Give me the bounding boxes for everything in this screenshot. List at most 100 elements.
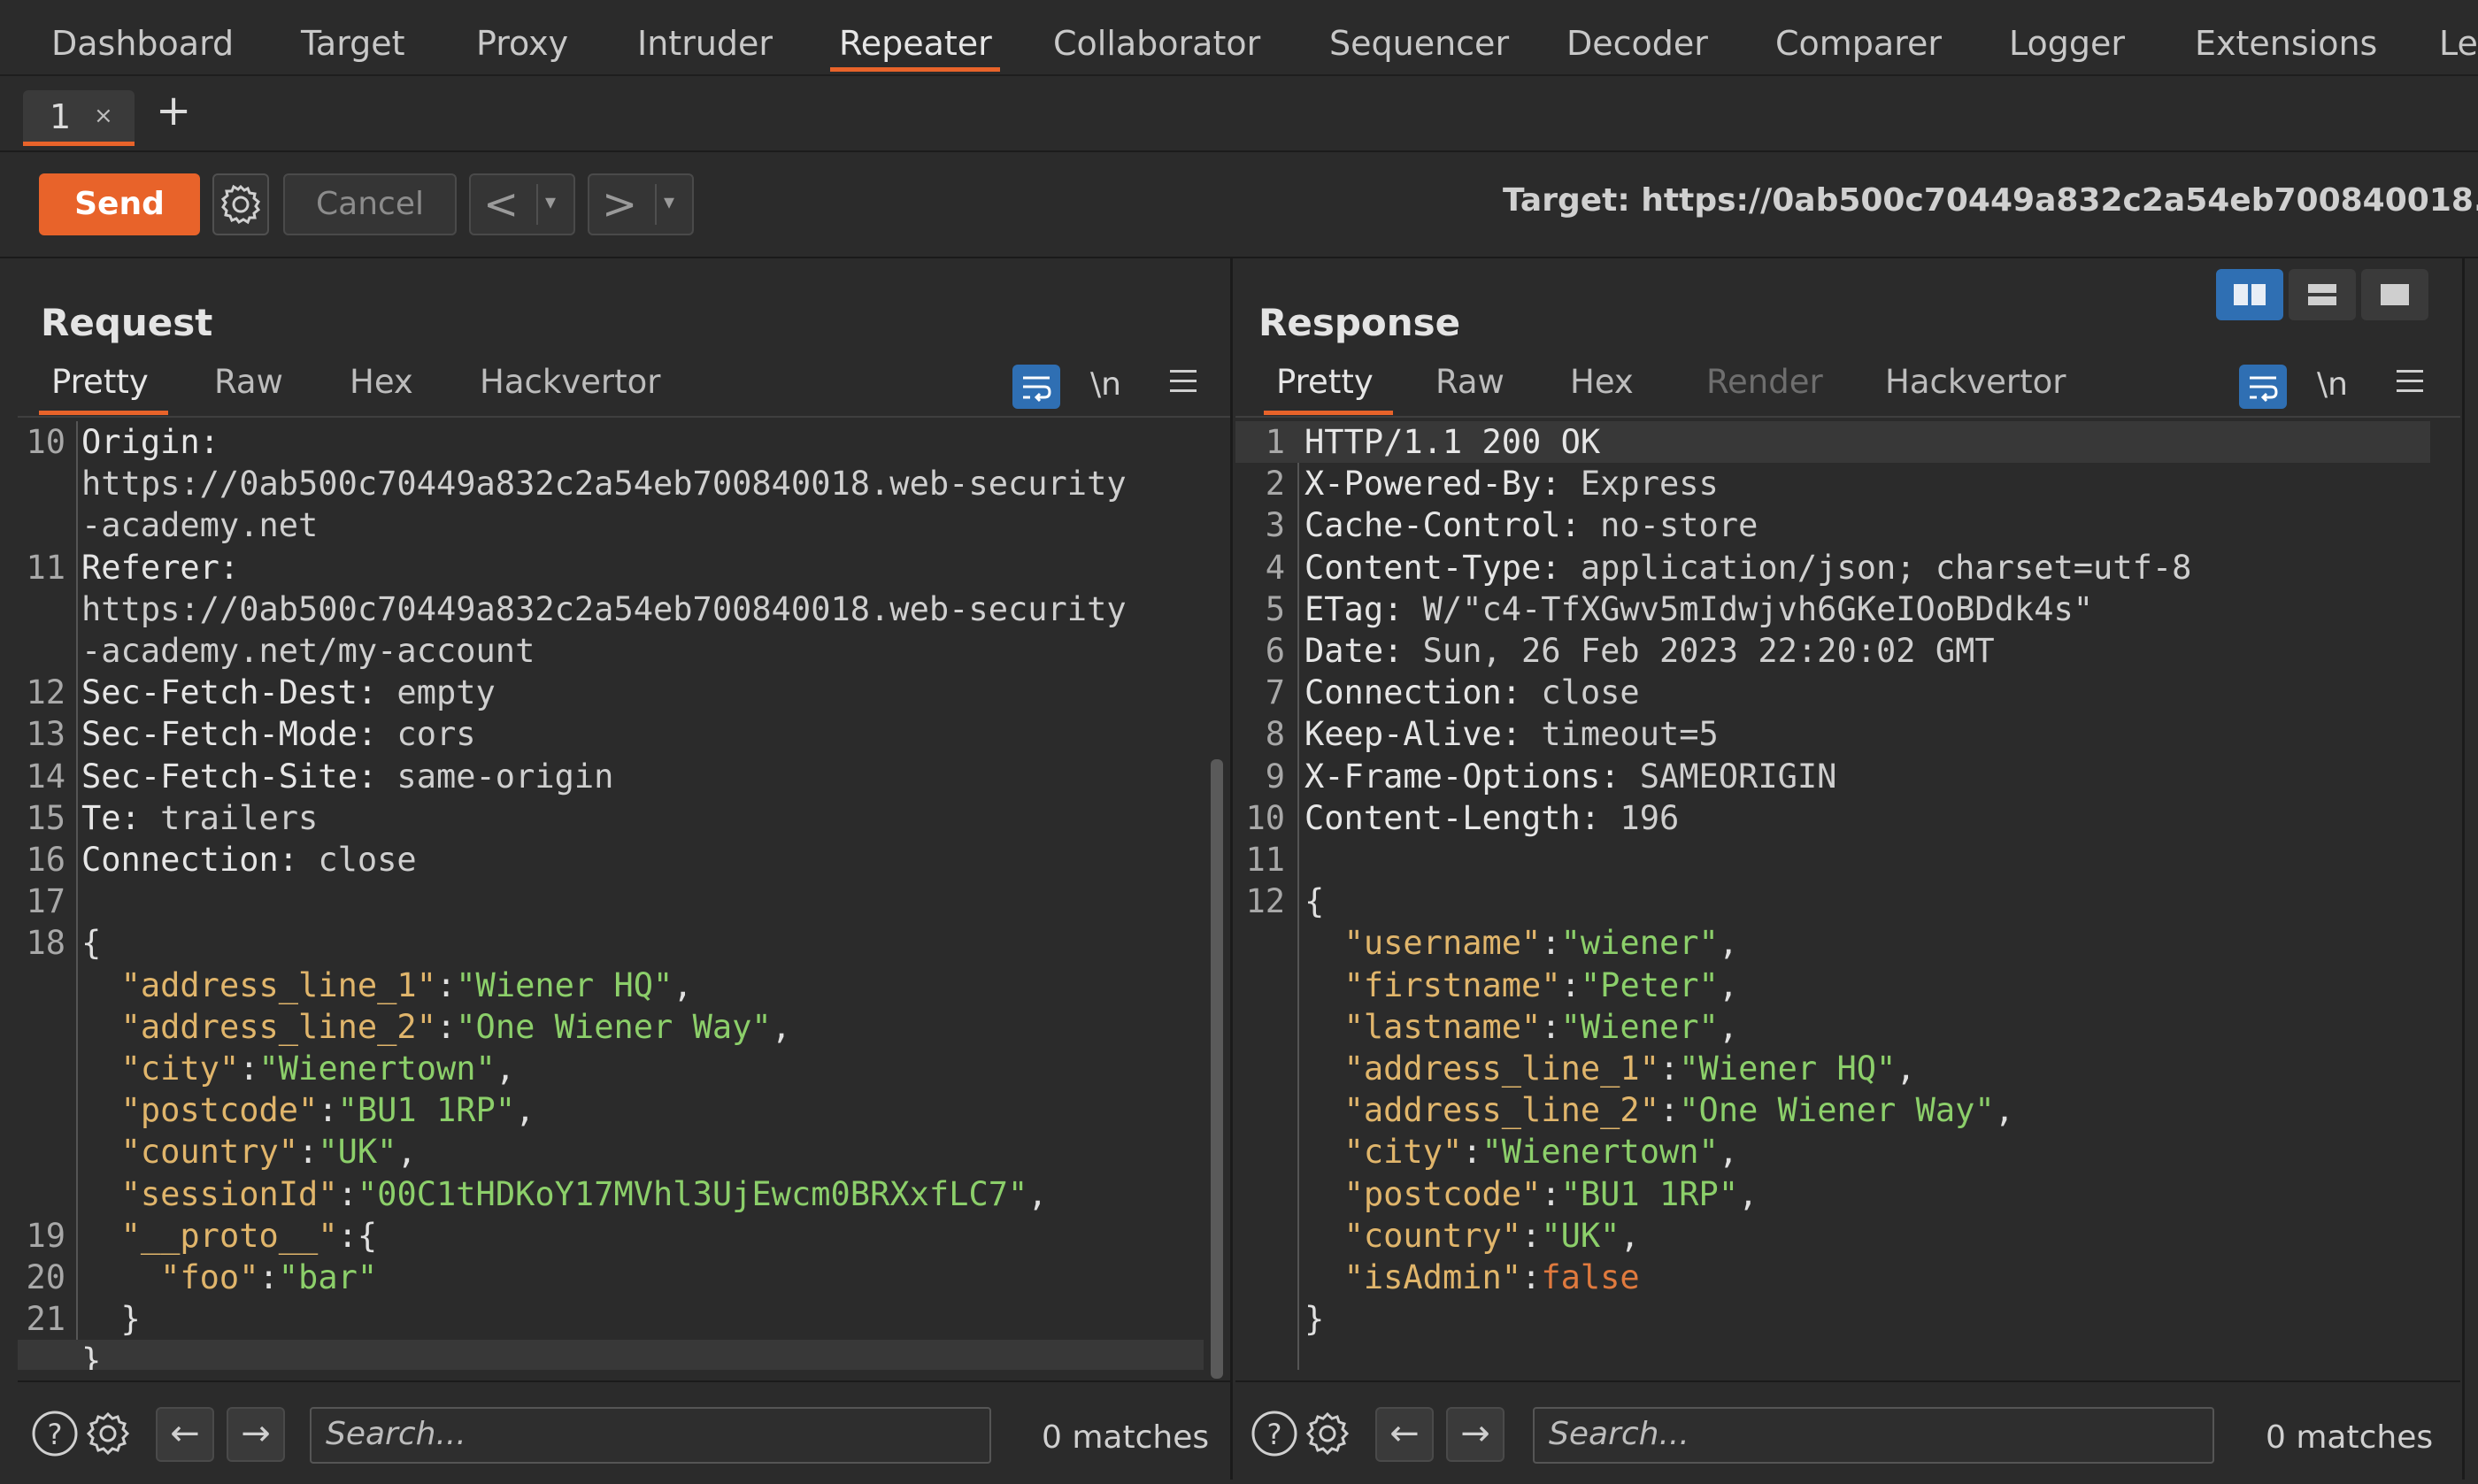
settings-gear-icon[interactable] — [83, 1409, 131, 1457]
newline-icon[interactable]: \n — [2317, 366, 2348, 403]
top-tab-collaborator[interactable]: Collaborator — [1053, 9, 1260, 63]
top-tab-extensions[interactable]: Extensions — [2195, 9, 2377, 63]
code-token: same-origin — [396, 757, 614, 796]
code-text: "firstname":"Peter", — [1304, 965, 1739, 1006]
top-tab-proxy[interactable]: Proxy — [476, 9, 568, 63]
code-token: Content-Type: — [1304, 548, 1581, 587]
line-number: 5 — [1265, 589, 1285, 628]
code-token: Origin: — [81, 423, 219, 461]
top-tab-logger[interactable]: Logger — [2009, 9, 2125, 63]
code-text: "address_line_2":"One Wiener Way", — [1304, 1089, 2014, 1131]
active-view-underline — [39, 411, 168, 415]
newline-icon[interactable]: \n — [1090, 366, 1121, 403]
code-token: 196 — [1620, 798, 1680, 837]
response-view-tabs: \n Pretty Raw Hex Render Hackvertor — [1235, 354, 2460, 418]
menu-icon[interactable] — [2397, 370, 2423, 399]
top-tab-le[interactable]: Le — [2439, 9, 2478, 63]
code-token: false — [1541, 1258, 1640, 1296]
code-text: "isAdmin":false — [1304, 1257, 1640, 1298]
line-number: 15 — [26, 798, 65, 837]
request-tab-hackvertor[interactable]: Hackvertor — [480, 363, 661, 401]
top-tab-target[interactable]: Target — [301, 9, 405, 63]
active-view-underline — [1264, 411, 1393, 415]
code-line: "lastname":"Wiener", — [1235, 1006, 2430, 1048]
arrow-left-icon[interactable]: ← — [1375, 1407, 1434, 1462]
code-token: : — [1541, 924, 1561, 963]
code-token: -academy.net — [81, 506, 319, 545]
request-tab-raw[interactable]: Raw — [214, 363, 283, 401]
response-search-input[interactable]: Search... — [1533, 1407, 2214, 1464]
response-tab-render: Render — [1706, 363, 1823, 401]
arrow-right-icon[interactable]: → — [227, 1407, 285, 1462]
code-token: "UK" — [1541, 1216, 1620, 1255]
code-line: 2 X-Powered-By: Express — [1235, 463, 2430, 504]
code-line: 1 HTTP/1.1 200 OK — [1235, 421, 2430, 463]
arrow-left-icon[interactable]: ← — [156, 1407, 214, 1462]
request-tab-hex[interactable]: Hex — [350, 363, 413, 401]
request-search-input[interactable]: Search... — [310, 1407, 991, 1464]
layout-single-icon[interactable] — [2361, 269, 2428, 320]
top-tab-repeater[interactable]: Repeater — [839, 9, 992, 63]
settings-gear-icon[interactable] — [1303, 1409, 1351, 1457]
code-text: https://0ab500c70449a832c2a54eb700840018… — [81, 463, 1127, 504]
code-line: 19 "__proto__":{ — [18, 1215, 1204, 1257]
code-token: ETag: — [1304, 589, 1423, 628]
history-forward-button[interactable]: > ▾ — [588, 173, 694, 235]
add-tab-button[interactable]: + — [156, 88, 191, 133]
chevron-down-icon[interactable]: ▾ — [545, 189, 556, 214]
settings-gear-icon[interactable] — [212, 173, 269, 235]
menu-icon[interactable] — [1170, 370, 1197, 399]
line-number: 19 — [26, 1216, 65, 1255]
code-line: "isAdmin":false — [1235, 1257, 2430, 1298]
code-token: empty — [396, 673, 496, 712]
request-panel: Request \n Pretty Raw Hex Hackvertor 10 Orig… — [18, 258, 1233, 1480]
response-editor[interactable]: 1 HTTP/1.1 200 OK 2 X-Powered-By: Express 3 C… — [1235, 421, 2430, 1370]
code-token: , — [1738, 1174, 1758, 1213]
code-text: Connection: close — [1304, 672, 1640, 713]
code-token: "One Wiener Way" — [456, 1007, 772, 1046]
top-tab-dashboard[interactable]: Dashboard — [51, 9, 234, 63]
repeater-tab-1[interactable]: 1 × — [23, 90, 135, 146]
code-token: : — [1521, 1258, 1542, 1296]
line-number: 21 — [26, 1300, 65, 1339]
wrap-lines-icon[interactable] — [2239, 365, 2287, 409]
code-token: "Wienertown" — [1481, 1133, 1719, 1172]
code-token: : — [318, 1091, 338, 1130]
wrap-lines-icon[interactable] — [1012, 365, 1060, 409]
code-line: "city":"Wienertown", — [1235, 1131, 2430, 1173]
code-token: , — [1718, 1007, 1739, 1046]
response-tab-hex[interactable]: Hex — [1570, 363, 1634, 401]
response-tab-raw[interactable]: Raw — [1435, 363, 1504, 401]
send-button[interactable]: Send — [39, 173, 200, 235]
top-tab-comparer[interactable]: Comparer — [1775, 9, 1942, 63]
line-number: 4 — [1265, 548, 1285, 587]
request-tab-pretty[interactable]: Pretty — [51, 363, 149, 401]
top-tab-intruder[interactable]: Intruder — [637, 9, 773, 63]
top-tab-sequencer[interactable]: Sequencer — [1329, 9, 1509, 63]
request-editor[interactable]: 10 Origin: https://0ab500c70449a832c2a54eb… — [18, 421, 1204, 1370]
history-back-button[interactable]: < ▾ — [469, 173, 575, 235]
cancel-button[interactable]: Cancel — [283, 173, 457, 235]
arrow-right-icon[interactable]: → — [1446, 1407, 1504, 1462]
target-url[interactable]: Target: https://0ab500c70449a832c2a54eb7… — [1503, 182, 2478, 219]
line-number: 20 — [26, 1258, 65, 1296]
code-line: 16 Connection: close — [18, 839, 1204, 880]
code-token: "isAdmin" — [1343, 1258, 1522, 1296]
request-title: Request — [41, 301, 213, 344]
help-icon[interactable]: ? — [30, 1409, 78, 1457]
response-tab-hackvertor[interactable]: Hackvertor — [1885, 363, 2066, 401]
request-scrollbar[interactable] — [1211, 759, 1223, 1379]
chevron-down-icon[interactable]: ▾ — [664, 189, 674, 214]
response-tab-pretty[interactable]: Pretty — [1276, 363, 1374, 401]
close-tab-icon[interactable]: × — [94, 103, 113, 129]
layout-stacked-icon[interactable] — [2289, 269, 2356, 320]
layout-split-icon[interactable] — [2216, 269, 2283, 320]
code-line: 5 ETag: W/"c4-TfXGwv5mIdwjvh6GKeIOoBDdk4s… — [1235, 588, 2430, 630]
help-icon[interactable]: ? — [1250, 1409, 1297, 1457]
top-tab-decoder[interactable]: Decoder — [1566, 9, 1708, 63]
code-token: } — [81, 1300, 141, 1339]
